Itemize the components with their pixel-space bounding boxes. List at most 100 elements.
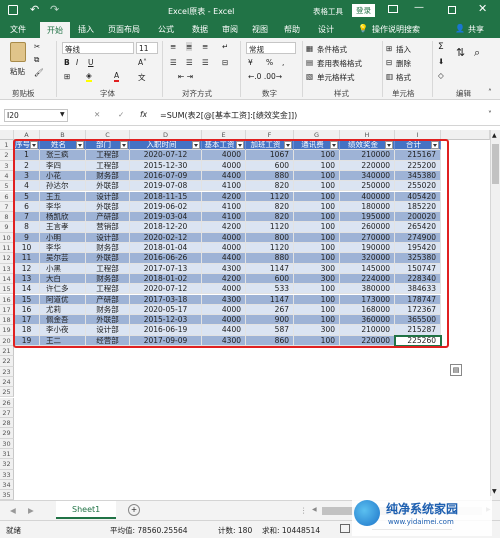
row-header[interactable]: 17: [0, 304, 14, 316]
delete-cells-button[interactable]: 删除: [396, 58, 411, 69]
row-header[interactable]: 16: [0, 294, 14, 305]
sort-filter-icon[interactable]: ⇅: [456, 46, 465, 59]
clear-icon[interactable]: ◇: [438, 71, 444, 80]
row-header[interactable]: 12: [0, 253, 14, 264]
quick-analysis-icon[interactable]: ▤: [450, 364, 462, 376]
select-all-corner[interactable]: [0, 130, 14, 140]
scroll-thumb[interactable]: [492, 144, 499, 184]
paste-button[interactable]: 粘贴: [10, 66, 25, 77]
border-icon[interactable]: ⊞: [64, 72, 70, 81]
paste-icon[interactable]: [10, 42, 26, 62]
font-name-combo[interactable]: 等线: [62, 42, 134, 54]
row-header[interactable]: 9: [0, 222, 14, 233]
sheet-prev-icon[interactable]: ◀: [10, 506, 16, 515]
row-header[interactable]: 8: [0, 212, 14, 223]
tab-help[interactable]: 帮助: [284, 24, 300, 35]
row-header[interactable]: 13: [0, 263, 14, 274]
fill-color-icon[interactable]: ◈: [86, 71, 92, 82]
tab-design[interactable]: 设计: [318, 24, 334, 35]
row-header[interactable]: 24: [0, 376, 14, 388]
row-header[interactable]: 21: [0, 346, 14, 357]
row-header[interactable]: 27: [0, 407, 14, 419]
row-header[interactable]: 2: [0, 150, 14, 161]
decimal-icon[interactable]: ←.0 .00→: [248, 72, 282, 81]
name-box-dropdown-icon[interactable]: ▼: [60, 111, 65, 118]
row-header[interactable]: 28: [0, 418, 14, 429]
save-icon[interactable]: [8, 5, 18, 15]
conditional-format-button[interactable]: 条件格式: [317, 44, 347, 55]
sheet-menu-icon[interactable]: ⋮: [300, 506, 308, 515]
cell-styles-icon[interactable]: ▧: [306, 72, 313, 81]
row-header[interactable]: 19: [0, 325, 14, 336]
worksheet-grid[interactable]: ABCDEFGHI 1 2 3 4 5 6 7 8 9 10 11 12 13 14 15 16 17 18 19 2…: [0, 130, 490, 501]
formula-input[interactable]: =SUM(表2[@[基本工资]:[绩效奖金]]): [160, 110, 480, 121]
share-button[interactable]: 共享: [468, 24, 484, 35]
copy-icon[interactable]: ⧉: [34, 55, 39, 65]
align-left-icon[interactable]: ☰: [170, 58, 177, 67]
row-header[interactable]: 15: [0, 284, 14, 295]
row-header[interactable]: 29: [0, 428, 14, 439]
font-grow-icon[interactable]: A˄: [138, 58, 147, 67]
undo-icon[interactable]: ↶: [30, 3, 39, 16]
tab-insert[interactable]: 插入: [78, 24, 94, 35]
format-cells-icon[interactable]: ▥: [386, 72, 393, 81]
row-header[interactable]: 31: [0, 449, 14, 460]
minimize-icon[interactable]: —: [414, 2, 424, 13]
autosum-button[interactable]: Σ: [438, 42, 444, 52]
font-size-combo[interactable]: 11: [136, 42, 158, 54]
indent-icon[interactable]: ⇤ ⇥: [178, 72, 193, 81]
tab-review[interactable]: 审阅: [222, 24, 238, 35]
row-header[interactable]: 34: [0, 479, 14, 491]
bold-button[interactable]: B: [64, 58, 70, 67]
tab-home[interactable]: 开始: [40, 22, 70, 38]
sheet-next-icon[interactable]: ▶: [28, 506, 34, 515]
format-as-table-icon[interactable]: ▤: [306, 58, 313, 67]
underline-button[interactable]: U: [88, 58, 94, 67]
ribbon-display-icon[interactable]: [388, 5, 398, 13]
font-color-icon[interactable]: A: [114, 71, 120, 82]
row-header[interactable]: 10: [0, 232, 14, 243]
format-as-table-button[interactable]: 套用表格格式: [317, 58, 362, 69]
add-sheet-icon[interactable]: +: [128, 504, 140, 516]
comma-icon[interactable]: ,: [282, 58, 284, 67]
cell-styles-button[interactable]: 单元格样式: [317, 72, 355, 83]
find-icon[interactable]: ⌕: [474, 46, 480, 60]
login-button[interactable]: 登录: [352, 4, 375, 17]
tell-me-search[interactable]: 操作说明搜索: [372, 24, 420, 35]
row-header[interactable]: 23: [0, 366, 14, 377]
align-top-icon[interactable]: ≡: [170, 42, 176, 51]
row-header[interactable]: 35: [0, 490, 14, 501]
delete-cells-icon[interactable]: ⊟: [386, 58, 392, 67]
row-header[interactable]: 7: [0, 201, 14, 213]
row-header[interactable]: 5: [0, 181, 14, 192]
h-scroll-left-icon[interactable]: ◀: [312, 506, 317, 513]
phonetic-icon[interactable]: 文: [138, 72, 146, 83]
row-header[interactable]: 11: [0, 243, 14, 254]
scroll-down-icon[interactable]: ▼: [492, 488, 497, 495]
tab-page-layout[interactable]: 页面布局: [108, 24, 140, 35]
maximize-icon[interactable]: [448, 6, 456, 14]
collapse-ribbon-icon[interactable]: ˄: [488, 88, 492, 97]
row-header[interactable]: 20: [0, 335, 14, 346]
close-icon[interactable]: ✕: [478, 2, 487, 15]
number-format-combo[interactable]: 常规: [246, 42, 296, 54]
row-header[interactable]: 4: [0, 170, 14, 182]
row-header[interactable]: 26: [0, 397, 14, 408]
row-header[interactable]: 14: [0, 273, 14, 285]
align-right-icon[interactable]: ☰: [202, 58, 209, 67]
row-header[interactable]: 18: [0, 315, 14, 326]
merge-icon[interactable]: ⊟: [222, 58, 228, 67]
vertical-scrollbar[interactable]: ▲ ▼: [490, 130, 500, 500]
align-middle-icon[interactable]: ≡: [186, 42, 193, 51]
row-header[interactable]: 6: [0, 191, 14, 202]
normal-view-icon[interactable]: [340, 524, 350, 533]
row-header[interactable]: 25: [0, 387, 14, 398]
row-header[interactable]: 3: [0, 160, 14, 171]
redo-icon[interactable]: ↷: [50, 3, 59, 16]
tab-formulas[interactable]: 公式: [158, 24, 174, 35]
percent-button[interactable]: %: [266, 58, 273, 67]
expand-formula-icon[interactable]: ˅: [488, 110, 492, 119]
format-painter-icon[interactable]: 🖌: [34, 68, 44, 77]
insert-cells-icon[interactable]: ⊞: [386, 44, 392, 53]
row-header[interactable]: 22: [0, 356, 14, 367]
